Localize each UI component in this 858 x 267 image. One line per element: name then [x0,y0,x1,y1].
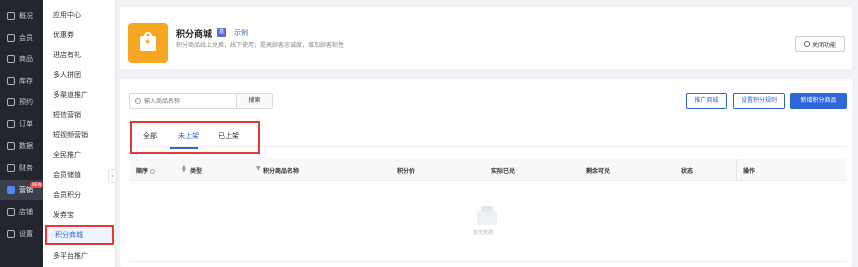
order-icon [7,120,15,128]
marketing-icon [7,186,15,194]
submenu-item-coupon-tool[interactable]: 发券宝 [43,205,116,225]
goods-icon [7,55,15,63]
finance-icon [7,164,15,172]
settings-icon [7,230,15,238]
column-header-order: 顺序 [136,166,156,175]
main-content-card: 搜索 推广商城 设置积分规则 新增积分商品 全部 未上架 已上架 顺序 ▲▼ 类… [120,79,852,267]
plan-tag: 基 [217,28,226,37]
nav-item-store[interactable]: 店铺 [0,202,43,222]
sort-icon[interactable]: ▲ ▼ [182,165,186,174]
tab-all[interactable]: 全部 [143,131,157,141]
column-header-redeemed: 实际已兑 [491,168,516,175]
nav-item-label: 预约 [19,98,33,106]
collapse-menu-button[interactable]: ‹ [108,169,117,183]
tab-listed[interactable]: 已上架 [218,131,239,141]
nav-item-orders[interactable]: 订单 [0,114,43,134]
column-header-product-name: 积分商品名称 [263,168,300,175]
tab-unlisted[interactable]: 未上架 [178,131,199,141]
submenu-item-stored-value[interactable]: 会员储值 [43,165,116,185]
submenu-item-multichannel[interactable]: 多渠道推广 [43,85,116,105]
calendar-icon [7,98,15,106]
close-feature-label: 关闭功能 [811,41,836,49]
nav-item-finance[interactable]: 财务 [0,158,43,178]
empty-inbox-icon [477,206,497,225]
nav-item-label: 概况 [19,12,33,20]
column-header-status: 状态 [681,168,694,175]
nav-item-label: 数据 [19,142,33,150]
submenu-item-group-buy[interactable]: 多人拼团 [43,65,116,85]
submenu-item-sms-marketing[interactable]: 短信营销 [43,105,116,125]
submenu-item-app-center[interactable]: 应用中心 [43,5,116,25]
main-nav: 概况 会员 商品 库存 预约 订单 数据 财务 营销 NEW 店铺 设置 [0,0,44,267]
search-box [129,93,237,109]
filter-icon[interactable]: ▼ [256,165,261,172]
submenu-item-points-mall[interactable]: 积分商城 [45,225,114,245]
column-header-actions: 操作 [743,168,756,175]
table-bottom-divider [129,261,847,262]
nav-item-label: 财务 [19,164,33,172]
chart-icon [7,142,15,150]
marketing-submenu: 应用中心 优惠券 进店有礼 多人拼团 多渠道推广 短信营销 短视频营销 全民推广… [43,0,116,267]
grid-icon [7,12,15,20]
info-icon[interactable] [150,169,156,174]
search-input[interactable] [144,97,234,105]
user-icon [7,34,15,42]
active-tab-indicator [170,147,198,149]
search-button[interactable]: 搜索 [237,93,273,109]
new-badge: NEW [30,182,44,188]
app-header-card: ★ 积分商城 基 示例 积分商品线上兑换，线下使用；提高顾客忠诚度，增加顾客粘性… [120,7,852,69]
store-icon [7,208,15,216]
nav-item-label: 库存 [19,77,33,85]
add-points-product-button[interactable]: 新增积分商品 [790,93,847,109]
app-description: 积分商品线上兑换，线下使用；提高顾客忠诚度，增加顾客粘性 [176,42,345,49]
column-header-remaining: 剩余可兑 [586,168,611,175]
power-icon [803,41,810,47]
nav-item-goods[interactable]: 商品 [0,49,43,69]
nav-item-data[interactable]: 数据 [0,136,43,156]
empty-state-text: 暂无数据 [473,230,494,236]
nav-item-marketing[interactable]: 营销 NEW [0,180,44,200]
nav-item-settings[interactable]: 设置 [0,224,43,244]
column-divider [736,159,737,181]
nav-item-label: 订单 [19,120,33,128]
column-header-label: 顺序 [136,168,149,175]
nav-item-label: 会员 [19,34,33,42]
submenu-item-member-points[interactable]: 会员积分 [43,185,116,205]
column-header-type: 类型 [190,168,203,175]
table-header: 顺序 ▲ ▼ 类型 ▼ 积分商品名称 积分价 实际已兑 剩余可兑 状态 操作 [129,159,847,181]
nav-item-members[interactable]: 会员 [0,28,43,48]
nav-item-stock[interactable]: 库存 [0,71,43,91]
example-link[interactable]: 示例 [234,28,248,38]
nav-item-overview[interactable]: 概况 [0,6,43,26]
close-feature-button[interactable]: 关闭功能 [795,36,845,52]
points-rules-button[interactable]: 设置积分规则 [733,93,785,109]
page-title: 积分商城 [176,30,213,40]
points-mall-app-icon: ★ [128,23,168,63]
nav-item-booking[interactable]: 预约 [0,92,43,112]
nav-item-label: 商品 [19,55,33,63]
column-header-points-price: 积分价 [397,168,416,175]
submenu-item-video-marketing[interactable]: 短视频营销 [43,125,116,145]
status-tabs: 全部 未上架 已上架 [130,121,260,154]
submenu-item-multiplatform[interactable]: 多平台推广 [43,246,116,266]
promote-mall-button[interactable]: 推广商城 [686,93,727,109]
submenu-item-store-gift[interactable]: 进店有礼 [43,45,116,65]
star-icon: ★ [144,37,152,46]
submenu-item-coupons[interactable]: 优惠券 [43,25,116,45]
nav-item-label: 店铺 [19,208,33,216]
submenu-item-referral[interactable]: 全民推广 [43,145,116,165]
search-icon [135,98,141,104]
stock-icon [7,77,15,85]
nav-item-label: 设置 [19,230,33,238]
